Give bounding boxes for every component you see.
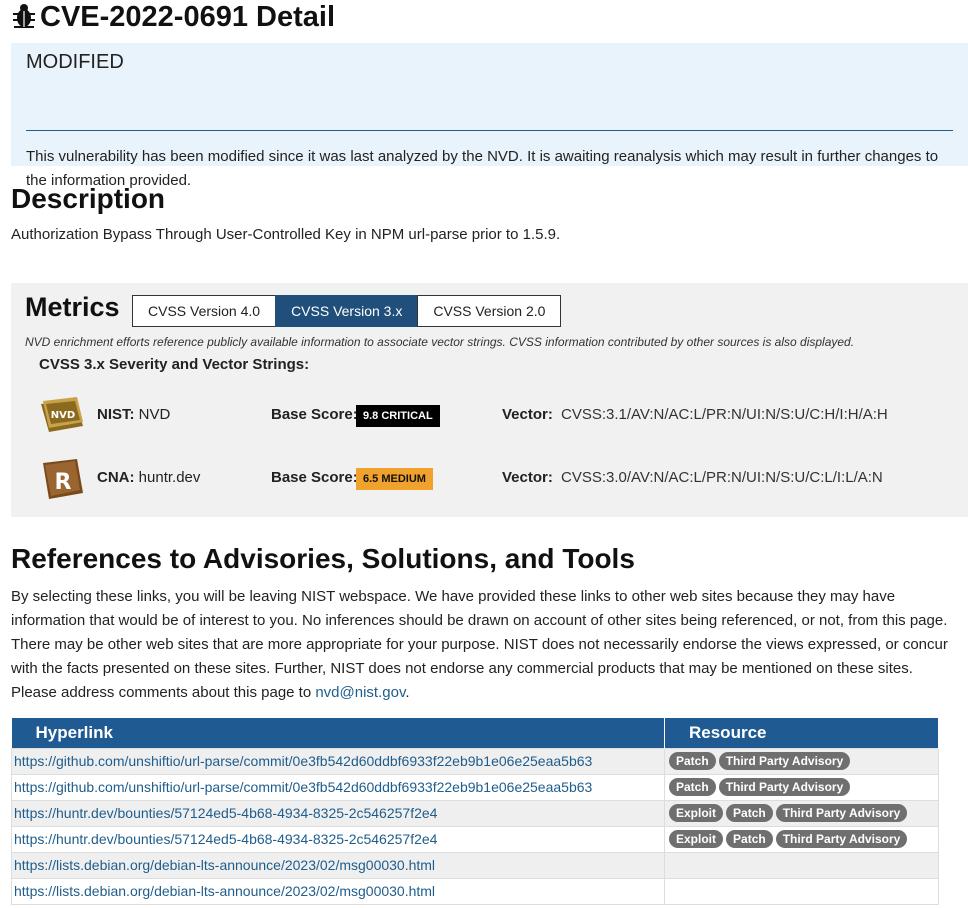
nvd-vector-string: CVSS:3.1/AV:N/AC:L/PR:N/UI:N/S:U/C:H/I:H… [561,406,888,423]
reference-link[interactable]: https://lists.debian.org/debian-lts-anno… [14,857,435,873]
score-row-cna: R CNA: huntr.dev Base Score: 6.5 MEDIUM … [11,459,968,505]
modified-text: This vulnerability has been modified sin… [26,148,939,189]
tab-cvss-4[interactable]: CVSS Version 4.0 [132,295,277,327]
resource-tag: Patch [669,752,716,770]
nvd-severity-badge[interactable]: 9.8 CRITICAL [356,405,440,427]
resource-tag: Exploit [669,804,724,822]
modified-heading: MODIFIED [26,51,124,73]
resource-tag: Patch [726,804,773,822]
metrics-note: NVD enrichment efforts reference publicl… [25,335,855,349]
references-table: Hyperlink Resource https://github.com/un… [11,718,939,905]
bug-icon [13,4,35,28]
tab-cvss-2[interactable]: CVSS Version 2.0 [417,295,562,327]
resource-cell: Exploit Patch Third Party Advisory [664,799,939,827]
cna-vector-label: Vector: [502,469,553,486]
cna-logo-icon: R [43,459,83,499]
resource-tag: Exploit [669,830,724,848]
hyperlink-cell: https://github.com/unshiftio/url-parse/c… [11,747,665,775]
hyperlink-cell: https://lists.debian.org/debian-lts-anno… [11,877,665,905]
reference-link[interactable]: https://lists.debian.org/debian-lts-anno… [14,883,435,899]
nvd-email-link[interactable]: nvd@nist.gov [315,684,405,701]
hyperlink-cell: https://huntr.dev/bounties/57124ed5-4b68… [11,825,665,853]
table-row: https://lists.debian.org/debian-lts-anno… [11,851,939,879]
resource-tag: Patch [726,830,773,848]
score-row-nvd: NVD NIST: NVD Base Score: 9.8 CRITICAL V… [11,396,968,442]
tab-cvss-3x[interactable]: CVSS Version 3.x [275,295,419,327]
table-row: https://huntr.dev/bounties/57124ed5-4b68… [11,825,939,853]
resource-cell: Exploit Patch Third Party Advisory [664,825,939,853]
resource-tag: Patch [669,778,716,796]
cvss-version-tabs: CVSS Version 4.0 CVSS Version 3.x CVSS V… [132,295,562,327]
modified-notice: MODIFIED This vulnerability has been mod… [11,43,968,189]
resource-tag: Third Party Advisory [775,830,908,848]
description-text: Authorization Bypass Through User-Contro… [11,226,561,243]
cna-vector-string: CVSS:3.0/AV:N/AC:L/PR:N/UI:N/S:U/C:L/I:L… [561,469,883,486]
table-row: https://lists.debian.org/debian-lts-anno… [11,877,939,905]
resource-cell [664,877,939,905]
resource-cell: Patch Third Party Advisory [664,773,939,801]
hyperlink-cell: https://github.com/unshiftio/url-parse/c… [11,773,665,801]
hyperlink-cell: https://huntr.dev/bounties/57124ed5-4b68… [11,799,665,827]
svg-text:R: R [55,470,72,495]
references-disclaimer: By selecting these links, you will be le… [11,588,948,701]
nvd-source: NIST: NVD [97,406,171,423]
column-header-resource: Resource [664,718,939,748]
severity-heading: CVSS 3.x Severity and Vector Strings: [39,356,310,373]
references-heading: References to Advisories, Solutions, and… [11,543,635,574]
resource-cell: Patch Third Party Advisory [664,747,939,775]
reference-link[interactable]: https://github.com/unshiftio/url-parse/c… [14,753,592,769]
reference-link[interactable]: https://huntr.dev/bounties/57124ed5-4b68… [14,805,437,821]
cna-base-score-label: Base Score: [271,469,358,486]
table-row: https://github.com/unshiftio/url-parse/c… [11,773,939,801]
reference-link[interactable]: https://huntr.dev/bounties/57124ed5-4b68… [14,831,437,847]
page-title-text: CVE-2022-0691 Detail [40,1,335,33]
resource-tag: Third Party Advisory [718,778,851,796]
resource-tag: Third Party Advisory [718,752,851,770]
modified-divider [26,130,953,131]
svg-text:NVD: NVD [51,410,75,421]
hyperlink-cell: https://lists.debian.org/debian-lts-anno… [11,851,665,879]
cna-severity-badge[interactable]: 6.5 MEDIUM [356,468,433,490]
metrics-panel: Metrics CVSS Version 4.0 CVSS Version 3.… [11,283,968,517]
page-title: CVE-2022-0691 Detail [10,0,335,34]
reference-link[interactable]: https://github.com/unshiftio/url-parse/c… [14,779,592,795]
table-row: https://huntr.dev/bounties/57124ed5-4b68… [11,799,939,827]
metrics-heading: Metrics [25,292,120,322]
resource-tag: Third Party Advisory [775,804,908,822]
nvd-base-score-label: Base Score: [271,406,358,423]
nvd-vector-label: Vector: [502,406,553,423]
nvd-logo-icon: NVD [41,397,83,432]
cna-source: CNA: huntr.dev [97,469,201,486]
column-header-hyperlink: Hyperlink [11,718,665,748]
description-heading: Description [11,183,166,214]
resource-cell [664,851,939,879]
table-row: https://github.com/unshiftio/url-parse/c… [11,747,939,775]
